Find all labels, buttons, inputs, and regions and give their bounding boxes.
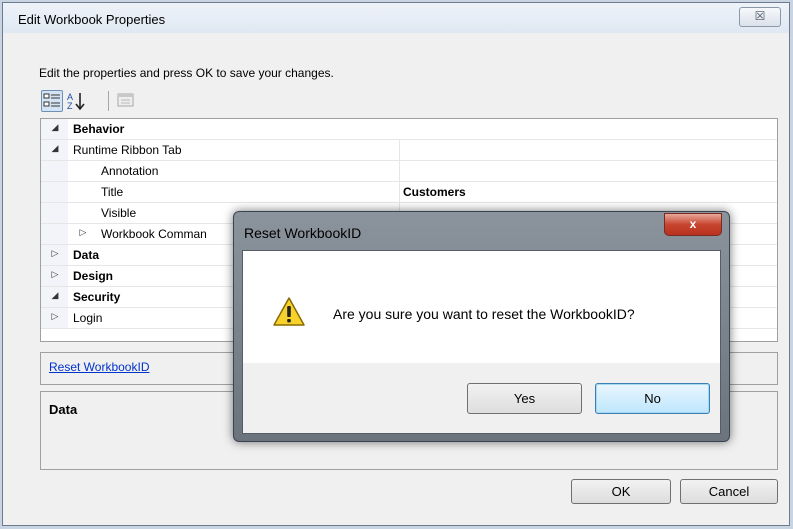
property-name: Data xyxy=(73,248,100,262)
grid-row-gutter xyxy=(41,224,68,244)
categorized-button[interactable] xyxy=(41,90,63,112)
toolbar-separator xyxy=(108,91,109,111)
grid-row-gutter xyxy=(41,161,68,181)
column-divider xyxy=(399,140,400,160)
yes-button[interactable]: Yes xyxy=(467,383,582,414)
property-name: Design xyxy=(73,269,114,283)
grid-row[interactable]: Title Customers xyxy=(41,182,777,203)
property-name: Security xyxy=(73,290,121,304)
property-name: Runtime Ribbon Tab xyxy=(73,143,182,157)
grid-row[interactable]: ◢ Behavior xyxy=(41,119,777,140)
property-name: Visible xyxy=(101,206,137,220)
expand-arrow-icon[interactable]: ▷ xyxy=(49,311,61,322)
column-divider xyxy=(399,161,400,181)
svg-text:Z: Z xyxy=(67,101,73,111)
expand-arrow-icon[interactable]: ▷ xyxy=(77,227,89,238)
expand-arrow-icon[interactable]: ▷ xyxy=(49,269,61,280)
property-value[interactable]: Customers xyxy=(403,185,466,199)
dialog-message: Are you sure you want to reset the Workb… xyxy=(333,306,635,322)
sort-alpha-icon: A Z xyxy=(67,92,85,111)
window-title: Edit Workbook Properties xyxy=(18,12,166,27)
property-pages-icon xyxy=(117,93,134,107)
categorized-icon xyxy=(43,93,60,107)
alphabetical-button[interactable]: A Z xyxy=(65,90,87,112)
grid-row-gutter xyxy=(41,203,68,223)
grid-row-gutter xyxy=(41,182,68,202)
warning-icon xyxy=(273,297,305,326)
title-bar: Edit Workbook Properties ☒ xyxy=(3,3,789,33)
dialog-title: Reset WorkbookID xyxy=(244,225,362,241)
reset-workbookid-dialog: Reset WorkbookID x Are you sure you want… xyxy=(233,211,730,442)
grid-row[interactable]: ◢ Runtime Ribbon Tab xyxy=(41,140,777,161)
property-pages-button[interactable] xyxy=(116,90,138,112)
collapse-arrow-icon[interactable]: ◢ xyxy=(49,122,61,133)
grid-row[interactable]: Annotation xyxy=(41,161,777,182)
collapse-arrow-icon[interactable]: ◢ xyxy=(49,290,61,301)
description-title: Data xyxy=(49,402,78,417)
property-name: Workbook Comman xyxy=(101,227,207,241)
column-divider xyxy=(399,182,400,202)
no-button[interactable]: No xyxy=(595,383,710,414)
property-name: Annotation xyxy=(101,164,159,178)
collapse-arrow-icon[interactable]: ◢ xyxy=(49,143,61,154)
dialog-close-button[interactable]: x xyxy=(664,213,722,236)
close-button[interactable]: ☒ xyxy=(739,7,781,27)
reset-workbookid-link[interactable]: Reset WorkbookID xyxy=(49,360,149,374)
dialog-body: Are you sure you want to reset the Workb… xyxy=(242,250,721,434)
cancel-button[interactable]: Cancel xyxy=(680,479,778,504)
property-name: Title xyxy=(101,185,124,199)
expand-arrow-icon[interactable]: ▷ xyxy=(49,248,61,259)
instruction-text: Edit the properties and press OK to save… xyxy=(39,66,334,80)
ok-button[interactable]: OK xyxy=(571,479,671,504)
property-name: Behavior xyxy=(73,122,125,136)
property-name: Login xyxy=(73,311,103,325)
